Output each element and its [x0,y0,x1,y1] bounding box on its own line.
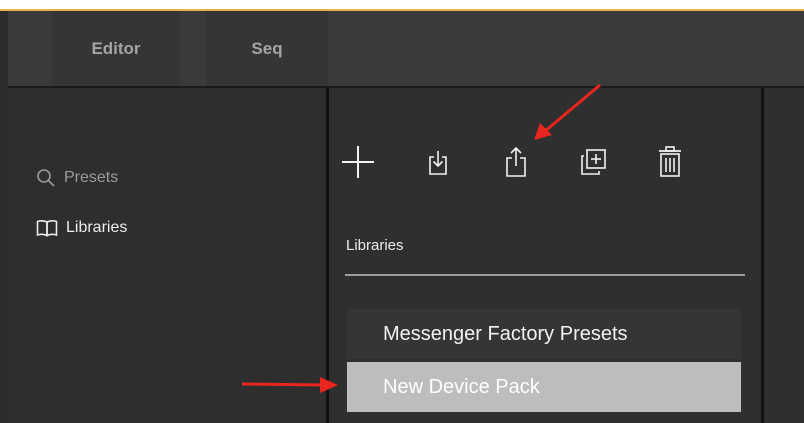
plus-icon [340,144,376,180]
add-button[interactable] [339,143,377,181]
section-label: Libraries [346,237,404,254]
delete-button[interactable] [651,143,689,181]
list-item-new-device-pack[interactable]: New Device Pack [347,362,741,412]
right-panel [764,88,804,423]
share-button[interactable] [497,143,535,181]
libraries-panel: Libraries Messenger Factory Presets New … [329,88,761,423]
book-icon [36,219,58,237]
list-item-label: New Device Pack [383,375,540,398]
sidebar: Presets Libraries [8,88,326,423]
tab-seq-label: Seq [251,38,283,58]
header-bar: Editor Seq [8,11,804,86]
sidebar-item-label: Libraries [66,219,128,236]
list-item-factory-presets[interactable]: Messenger Factory Presets [347,309,741,359]
trash-icon [657,146,683,178]
list-item-label: Messenger Factory Presets [383,322,628,345]
sidebar-item-libraries[interactable]: Libraries [36,219,127,237]
duplicate-icon [578,147,608,177]
share-icon [504,146,528,178]
tab-editor-label: Editor [91,38,141,58]
tab-editor[interactable]: Editor [52,11,180,86]
import-button[interactable] [419,143,457,181]
import-icon [427,148,449,176]
section-underline [345,274,745,276]
sidebar-item-presets[interactable]: Presets [36,168,118,188]
search-icon [36,168,56,188]
tab-seq[interactable]: Seq [206,11,328,86]
duplicate-button[interactable] [574,143,612,181]
sidebar-item-label: Presets [64,169,119,186]
